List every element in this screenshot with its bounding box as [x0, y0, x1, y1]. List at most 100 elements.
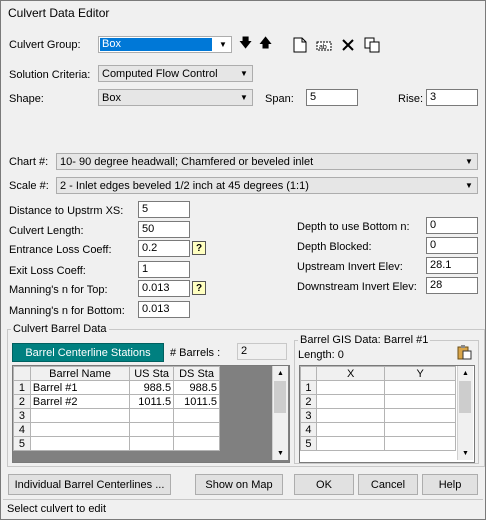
chevron-down-icon: ▼: [240, 93, 248, 102]
status-bar: Select culvert to edit: [3, 499, 483, 518]
table-row[interactable]: 5: [300, 436, 456, 451]
span-input[interactable]: 5: [306, 89, 358, 106]
culvert-group-select[interactable]: Box ▼: [98, 36, 232, 53]
us-invert-label: Upstream Invert Elev:: [297, 261, 403, 273]
distance-label: Distance to Upstrm XS:: [9, 205, 124, 217]
ds-sta-cell[interactable]: 1011.5: [173, 394, 220, 409]
help-button[interactable]: Help: [422, 474, 478, 495]
paste-icon[interactable]: [455, 343, 472, 360]
scroll-thumb[interactable]: [459, 381, 471, 413]
y-cell[interactable]: [384, 436, 456, 451]
us-sta-cell[interactable]: [129, 436, 175, 451]
entrance-loss-input[interactable]: 0.2: [138, 240, 190, 257]
barrel-centerline-stations-button[interactable]: Barrel Centerline Stations: [12, 343, 164, 362]
move-down-icon[interactable]: 🡇: [237, 35, 254, 53]
delete-icon[interactable]: [339, 36, 356, 53]
table-row[interactable]: 3: [13, 408, 220, 423]
x-cell[interactable]: [315, 380, 386, 395]
column-header: X: [315, 366, 386, 381]
barrel-table-scrollbar[interactable]: ▲ ▼: [272, 366, 288, 460]
ds-sta-cell[interactable]: [173, 408, 220, 423]
move-up-icon[interactable]: 🡅: [257, 35, 274, 53]
depth-blocked-input[interactable]: 0: [426, 237, 478, 254]
y-cell[interactable]: [384, 380, 456, 395]
table-row[interactable]: 1: [300, 380, 456, 395]
table-row[interactable]: 4: [13, 422, 220, 437]
scroll-thumb[interactable]: [274, 381, 286, 413]
chart-select[interactable]: 10- 90 degree headwall; Chamfered or bev…: [56, 153, 478, 170]
gis-table: X Y 1 2 3 4 5: [300, 366, 456, 451]
individual-barrel-centerlines-button[interactable]: Individual Barrel Centerlines ...: [8, 474, 171, 495]
entrance-loss-label: Entrance Loss Coeff:: [9, 244, 112, 256]
row-number: 4: [13, 422, 31, 437]
y-cell[interactable]: [384, 408, 456, 423]
x-cell[interactable]: [315, 408, 386, 423]
shape-label: Shape:: [9, 93, 44, 105]
x-cell[interactable]: [315, 394, 386, 409]
ds-sta-cell[interactable]: 988.5: [173, 380, 220, 395]
show-on-map-button[interactable]: Show on Map: [195, 474, 283, 495]
table-row[interactable]: 5: [13, 436, 220, 451]
scroll-down-icon[interactable]: ▼: [458, 446, 473, 460]
us-sta-cell[interactable]: [129, 408, 175, 423]
barrels-count-label: # Barrels :: [170, 347, 221, 359]
exit-loss-input[interactable]: 1: [138, 261, 190, 278]
barrel-name-cell[interactable]: [29, 436, 131, 451]
table-row[interactable]: 1 Barrel #1 988.5 988.5: [13, 380, 220, 395]
entrance-help-icon[interactable]: ?: [192, 241, 206, 255]
row-number: 3: [300, 408, 317, 423]
shape-select[interactable]: Box ▼: [98, 89, 253, 106]
column-header: Barrel Name: [29, 366, 131, 381]
table-row[interactable]: 2 Barrel #2 1011.5 1011.5: [13, 394, 220, 409]
table-row[interactable]: 3: [300, 408, 456, 423]
status-text: Select culvert to edit: [7, 503, 107, 515]
barrel-name-cell[interactable]: [29, 408, 131, 423]
us-sta-cell[interactable]: 1011.5: [129, 394, 175, 409]
culvert-group-label: Culvert Group:: [9, 39, 81, 51]
window-title: Culvert Data Editor: [8, 6, 110, 20]
rename-icon[interactable]: ab: [315, 36, 332, 53]
manning-top-input[interactable]: 0.013: [138, 280, 190, 297]
us-sta-cell[interactable]: [129, 422, 175, 437]
scale-select[interactable]: 2 - Inlet edges beveled 1/2 inch at 45 d…: [56, 177, 478, 194]
new-document-icon[interactable]: [291, 36, 308, 53]
distance-input[interactable]: 5: [138, 201, 190, 218]
solution-criteria-select[interactable]: Computed Flow Control ▼: [98, 65, 253, 82]
table-row[interactable]: 4: [300, 422, 456, 437]
depth-bottom-input[interactable]: 0: [426, 217, 478, 234]
ok-button[interactable]: OK: [294, 474, 354, 495]
barrel-name-cell[interactable]: [29, 422, 131, 437]
scroll-down-icon[interactable]: ▼: [273, 446, 288, 460]
gis-table-scrollbar[interactable]: ▲ ▼: [457, 366, 473, 460]
exit-loss-label: Exit Loss Coeff:: [9, 265, 86, 277]
ds-sta-cell[interactable]: [173, 422, 220, 437]
scroll-up-icon[interactable]: ▲: [273, 366, 288, 380]
row-number: 1: [300, 380, 317, 395]
x-cell[interactable]: [315, 422, 386, 437]
manning-bottom-input[interactable]: 0.013: [138, 301, 190, 318]
row-number: 3: [13, 408, 31, 423]
barrel-name-cell[interactable]: Barrel #2: [29, 394, 131, 409]
svg-text:ab: ab: [319, 44, 327, 51]
y-cell[interactable]: [384, 422, 456, 437]
culvert-length-input[interactable]: 50: [138, 221, 190, 238]
ds-invert-input[interactable]: 28: [426, 277, 478, 294]
table-row[interactable]: 2: [300, 394, 456, 409]
row-number: 1: [13, 380, 31, 395]
span-label: Span:: [265, 93, 294, 105]
cancel-button[interactable]: Cancel: [358, 474, 418, 495]
x-cell[interactable]: [315, 436, 386, 451]
row-number: 5: [300, 436, 317, 451]
y-cell[interactable]: [384, 394, 456, 409]
manning-help-icon[interactable]: ?: [192, 281, 206, 295]
ds-sta-cell[interactable]: [173, 436, 220, 451]
barrel-name-cell[interactable]: Barrel #1: [29, 380, 131, 395]
us-sta-cell[interactable]: 988.5: [129, 380, 175, 395]
solution-criteria-value: Computed Flow Control: [102, 68, 218, 80]
rise-input[interactable]: 3: [426, 89, 478, 106]
shape-value: Box: [102, 92, 121, 104]
us-invert-input[interactable]: 28.1: [426, 257, 478, 274]
scroll-up-icon[interactable]: ▲: [458, 366, 473, 380]
copy-icon[interactable]: [363, 36, 380, 53]
row-number: 5: [13, 436, 31, 451]
